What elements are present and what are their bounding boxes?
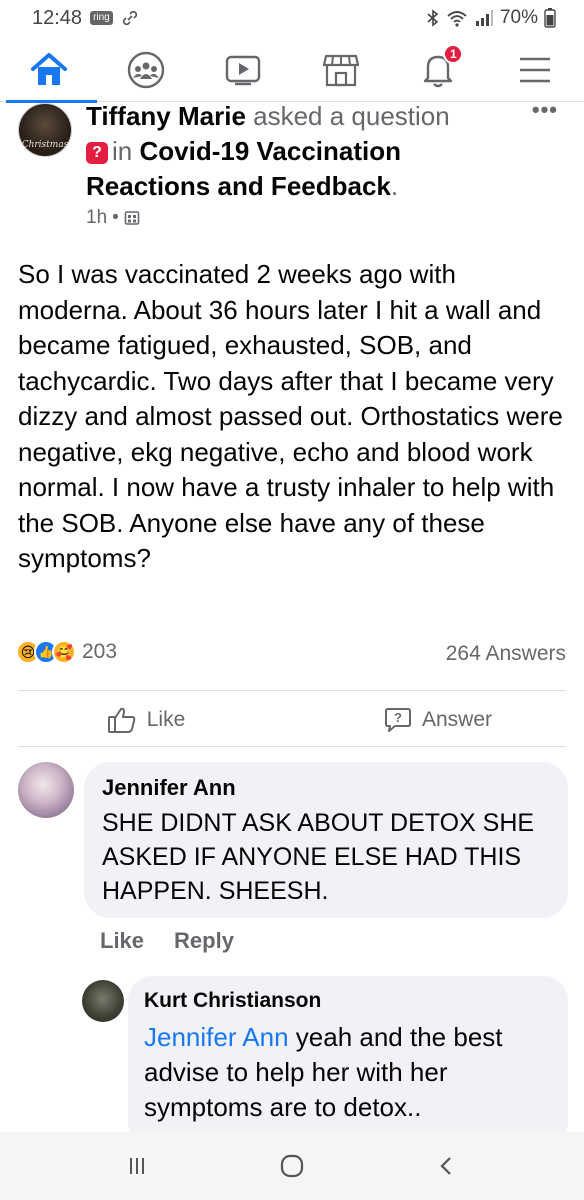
- post-action-text: asked a question: [253, 101, 450, 131]
- reply-text: Jennifer Ann yeah and the best advise to…: [144, 1020, 552, 1125]
- answers-count[interactable]: 264 Answers: [446, 642, 566, 666]
- comment-like-button[interactable]: Like: [100, 928, 144, 954]
- bluetooth-icon: [427, 9, 439, 27]
- avatar-caption: Christmas: [21, 140, 69, 150]
- divider: [18, 746, 566, 747]
- divider: [18, 690, 566, 691]
- groups-icon: [127, 51, 165, 88]
- battery-icon: [544, 8, 556, 28]
- video-icon: [226, 55, 261, 85]
- marketplace-icon: [322, 54, 359, 86]
- reply-author-name[interactable]: Kurt Christianson: [144, 988, 552, 1014]
- mention-link[interactable]: Jennifer Ann: [144, 1022, 289, 1052]
- menu-icon: [520, 57, 551, 82]
- tab-watch[interactable]: [195, 38, 292, 102]
- system-nav-bar: [0, 1132, 584, 1200]
- tab-marketplace[interactable]: [292, 38, 389, 102]
- notification-badge: 1: [443, 43, 464, 64]
- in-label: in: [112, 136, 133, 166]
- recent-apps-icon[interactable]: [125, 1154, 149, 1178]
- care-reaction-icon: 🥰: [52, 640, 76, 664]
- thumbs-up-icon: [107, 707, 135, 733]
- home-icon: [30, 52, 67, 85]
- ring-app-icon: ring: [90, 11, 113, 25]
- group-privacy-icon: [124, 211, 140, 225]
- comment-text: SHE DIDNT ASK ABOUT DETOX SHE ASKED IF A…: [102, 809, 535, 905]
- answer-button[interactable]: ? Answer: [292, 695, 584, 745]
- back-icon[interactable]: [435, 1154, 459, 1178]
- post-actions: Like ? Answer: [0, 695, 584, 745]
- reply-bubble: Kurt Christianson Jennifer Ann yeah and …: [128, 976, 568, 1146]
- question-bubble-icon: ?: [384, 708, 411, 732]
- commenter-name[interactable]: Jennifer Ann: [102, 774, 550, 802]
- answer-label: Answer: [421, 708, 493, 731]
- post-time[interactable]: 1h: [86, 207, 107, 229]
- tab-home[interactable]: [0, 38, 98, 103]
- tab-groups[interactable]: [97, 38, 194, 102]
- post-meta: 1h •: [86, 207, 140, 229]
- question-icon: ?: [86, 142, 108, 164]
- like-label: Like: [146, 708, 186, 731]
- author-avatar[interactable]: Christmas: [18, 103, 72, 157]
- author-name[interactable]: Tiffany Marie: [86, 101, 246, 131]
- group-name[interactable]: Covid-19 Vaccination Reactions and Feedb…: [86, 136, 401, 201]
- top-nav: 1: [0, 38, 584, 103]
- comment-reply-button[interactable]: Reply: [174, 928, 234, 954]
- more-options-icon[interactable]: •••: [532, 97, 558, 123]
- tab-menu[interactable]: [487, 38, 584, 102]
- status-bar: 12:48 ring 70%: [0, 0, 584, 36]
- commenter-avatar[interactable]: [18, 762, 74, 818]
- meta-separator: •: [112, 207, 119, 228]
- tab-notifications[interactable]: 1: [389, 38, 486, 102]
- reply-avatar[interactable]: [82, 980, 124, 1022]
- svg-text:?: ?: [394, 710, 402, 725]
- signal-icon: [475, 10, 493, 26]
- post-header: Tiffany Marie asked a question ? in Covid…: [86, 101, 450, 201]
- status-time: 12:48: [32, 6, 83, 29]
- home-button-icon[interactable]: [278, 1152, 306, 1180]
- comment-bubble: Jennifer Ann SHE DIDNT ASK ABOUT DETOX S…: [84, 762, 568, 918]
- reaction-count: 203: [82, 640, 118, 663]
- battery-percent: 70%: [499, 7, 538, 28]
- link-icon: [122, 10, 137, 26]
- like-button[interactable]: Like: [0, 695, 292, 745]
- post-text: So I was vaccinated 2 weeks ago with mod…: [18, 259, 563, 573]
- comment-actions: Like Reply: [100, 928, 234, 954]
- reactions-summary[interactable]: 😢 👍 🥰 203: [16, 640, 117, 664]
- wifi-icon: [447, 11, 467, 27]
